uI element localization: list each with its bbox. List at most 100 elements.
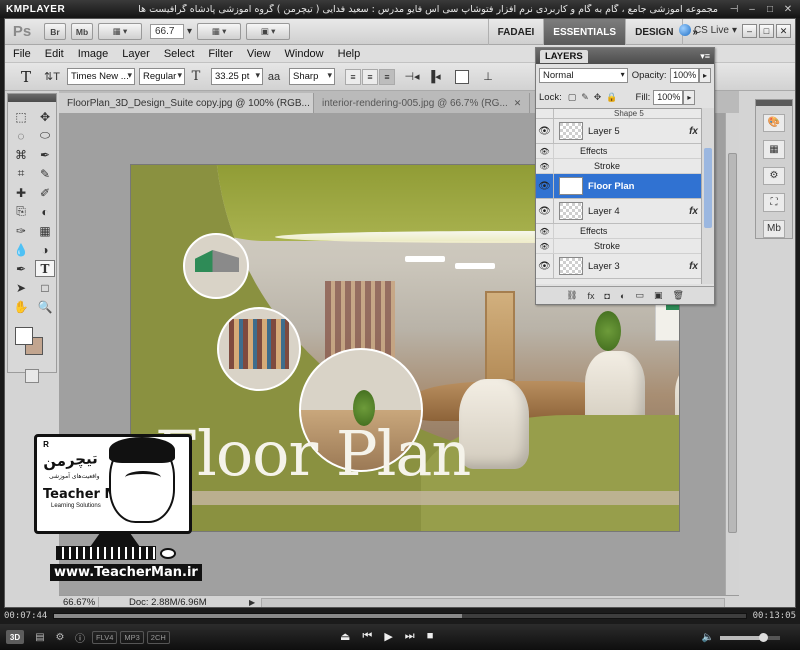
layer-effect-row[interactable]: 👁 Stroke <box>536 158 702 174</box>
bridge-button[interactable]: Br <box>44 23 66 40</box>
layer-row-text[interactable]: 👁 T Floor Plan <box>536 173 702 199</box>
lasso-tool-icon[interactable]: ◌ <box>11 127 31 144</box>
maximize-button[interactable]: □ <box>764 4 776 15</box>
align-center-button[interactable]: ≡ <box>362 68 378 85</box>
next-icon[interactable]: ⏭ <box>405 630 415 643</box>
add-mask-icon[interactable]: ◘ <box>605 291 610 301</box>
blend-mode-select[interactable]: Normal <box>539 67 628 83</box>
path-select-tool-icon[interactable]: ✒ <box>11 260 31 277</box>
foreground-color[interactable] <box>15 327 33 345</box>
workspace-fadaei[interactable]: FADAEI <box>487 19 544 45</box>
3d-rotate-tool-icon[interactable]: ✋ <box>11 298 31 315</box>
text-color-swatch[interactable] <box>455 69 469 84</box>
fill-slider-button[interactable]: ▸ <box>683 89 696 105</box>
lock-image-icon[interactable]: ✎ <box>581 92 589 103</box>
play-icon[interactable]: ▶ <box>384 630 392 643</box>
visibility-eye-icon[interactable]: 👁 <box>536 238 554 254</box>
mini-bridge-panel-icon[interactable]: Mb <box>763 219 785 238</box>
masks-panel-icon[interactable]: ⛶ <box>763 193 785 212</box>
font-family-select[interactable]: Times New ... <box>67 68 135 85</box>
menu-layer[interactable]: Layer <box>122 48 150 60</box>
settings-icon[interactable]: ⚙ <box>52 632 68 643</box>
menu-help[interactable]: Help <box>338 48 361 60</box>
link-layers-icon[interactable]: ⛓ <box>566 290 577 301</box>
menu-window[interactable]: Window <box>285 48 324 60</box>
visibility-eye-icon[interactable]: 👁 <box>536 118 554 144</box>
layer-effect-row[interactable]: 👁 Stroke <box>536 238 702 254</box>
adjustment-layer-icon[interactable]: ◐ <box>620 291 625 301</box>
move-tool-icon[interactable]: ✥ <box>35 108 55 125</box>
new-layer-icon[interactable]: ▣ <box>654 290 663 301</box>
lock-position-icon[interactable]: ✥ <box>594 92 602 103</box>
status-menu-arrow[interactable]: ▶ <box>249 598 255 607</box>
toolbox-grip[interactable] <box>8 94 56 102</box>
panel-menu-icon[interactable]: ▾≡ <box>700 51 710 62</box>
text-orientation-icon[interactable]: ⇅T <box>43 70 61 83</box>
playlist-icon[interactable]: ▤ <box>32 632 48 643</box>
menu-image[interactable]: Image <box>78 48 109 60</box>
workspace-essentials[interactable]: ESSENTIALS <box>543 19 626 45</box>
font-style-select[interactable]: Regular <box>139 68 185 85</box>
visibility-eye-icon[interactable]: 👁 <box>536 173 554 199</box>
menu-select[interactable]: Select <box>164 48 195 60</box>
quick-select-tool-icon[interactable]: ⬭ <box>35 127 55 144</box>
visibility-eye-icon[interactable]: 👁 <box>536 198 554 224</box>
visibility-eye-icon[interactable]: 👁 <box>536 143 554 159</box>
zoom-level[interactable]: 66.7 ▾ <box>150 24 192 39</box>
view-extras-button[interactable]: ▦ ▾ <box>98 23 142 40</box>
mini-bridge-button[interactable]: Mb <box>71 23 93 40</box>
history-brush-tool-icon[interactable]: ✐ <box>35 184 55 201</box>
visibility-eye-icon[interactable]: 👁 <box>536 253 554 279</box>
menu-edit[interactable]: Edit <box>45 48 64 60</box>
ps-restore-button[interactable]: □ <box>759 24 774 38</box>
toggle-character-panel-icon[interactable]: ▐◂ <box>425 70 443 83</box>
fx-icon[interactable]: fx <box>689 206 698 217</box>
opacity-slider-button[interactable]: ▸ <box>699 67 711 83</box>
layer-row[interactable]: 👁 Layer 5 fx <box>536 118 702 144</box>
lock-transparent-icon[interactable]: ▢ <box>568 92 577 103</box>
menu-filter[interactable]: Filter <box>208 48 232 60</box>
close-button[interactable]: ✕ <box>782 4 794 15</box>
align-right-button[interactable]: ≡ <box>379 68 395 85</box>
3d-camera-tool-icon[interactable]: 🔍 <box>35 298 55 315</box>
quick-mask-button[interactable] <box>25 369 39 383</box>
brush-tool-icon[interactable]: ✎ <box>35 165 55 182</box>
type-tool-icon[interactable]: ◑ <box>35 241 55 258</box>
minimize-button[interactable]: – <box>746 4 758 15</box>
zoom-tool-icon[interactable]: □ <box>35 279 55 296</box>
layers-tab[interactable]: LAYERS <box>540 49 588 63</box>
vertical-scrollbar[interactable] <box>725 113 739 595</box>
new-group-icon[interactable]: ▭ <box>635 290 644 301</box>
seek-track[interactable] <box>53 613 747 619</box>
swatches-panel-icon[interactable]: ▦ <box>763 140 785 159</box>
fx-icon[interactable]: fx <box>689 261 698 272</box>
ps-close-button[interactable]: ✕ <box>776 24 791 38</box>
hand-tool-icon[interactable]: ➤ <box>11 279 31 296</box>
commit-warp-icon[interactable]: ⊥ <box>479 70 497 83</box>
layer-effects-row[interactable]: 👁 Effects <box>536 223 702 239</box>
doc-tab-interior[interactable]: interior-rendering-005.jpg @ 66.7% (RG..… <box>314 93 531 113</box>
cs-live-button[interactable]: CS Live ▾ <box>678 24 737 36</box>
close-icon[interactable]: ✕ <box>514 98 522 109</box>
antialias-select[interactable]: Sharp <box>289 68 335 85</box>
visibility-eye-icon[interactable]: 👁 <box>536 223 554 239</box>
color-panel-icon[interactable]: 🎨 <box>763 113 785 132</box>
eraser-tool-icon[interactable]: ⎘ <box>11 203 31 220</box>
info-icon[interactable]: ⓘ <box>72 630 88 645</box>
eject-icon[interactable]: ⏏ <box>340 630 350 643</box>
blur-tool-icon[interactable]: ✑ <box>11 222 31 239</box>
doc-tab-floorplan[interactable]: FloorPlan_3D_Design_Suite copy.jpg @ 100… <box>59 93 314 113</box>
align-left-button[interactable]: ≡ <box>345 68 361 85</box>
workspace-design[interactable]: DESIGN <box>625 19 682 45</box>
fill-input[interactable]: 100% <box>653 89 684 105</box>
pen-tool-icon[interactable]: 💧 <box>11 241 31 258</box>
eyedropper-tool-icon[interactable]: ✒ <box>35 146 55 163</box>
layer-effects-row[interactable]: 👁 Effects <box>536 143 702 159</box>
healing-tool-icon[interactable]: ⌗ <box>11 165 31 182</box>
shape-tool-icon[interactable]: T <box>35 260 55 277</box>
warp-text-icon[interactable]: ⊣◂ <box>403 70 421 83</box>
status-zoom[interactable]: 66.67% <box>59 597 99 607</box>
tool-preset-picker[interactable]: T <box>11 68 41 86</box>
adjustments-panel-icon[interactable]: ⚙ <box>763 166 785 185</box>
layer-row[interactable]: 👁 Layer 4 fx <box>536 198 702 224</box>
